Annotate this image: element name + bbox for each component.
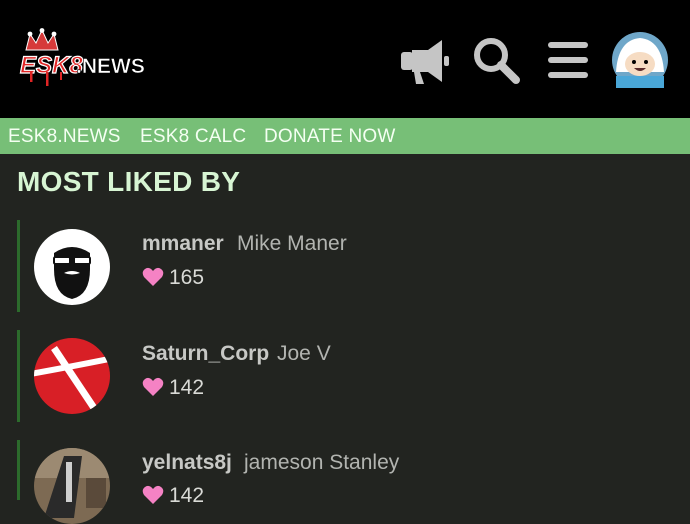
username[interactable]: Saturn_Corp bbox=[142, 342, 269, 366]
row-accent-bar bbox=[17, 220, 20, 312]
search-icon[interactable] bbox=[472, 36, 520, 84]
list-item: mmaner Mike Maner 165 bbox=[17, 220, 690, 312]
list-item: yelnats8j jameson Stanley 142 bbox=[17, 440, 690, 524]
heart-icon bbox=[142, 267, 164, 286]
like-count: 165 bbox=[169, 266, 205, 289]
page-title: MOST LIKED BY bbox=[17, 166, 241, 197]
full-name: jameson Stanley bbox=[244, 451, 400, 474]
site-logo[interactable]: ESK8 .NEWS bbox=[16, 28, 150, 90]
svg-text:.NEWS: .NEWS bbox=[76, 55, 145, 78]
svg-text:ESK8: ESK8 bbox=[20, 52, 83, 79]
site-header: ESK8 .NEWS bbox=[0, 0, 690, 118]
full-name: Mike Maner bbox=[237, 232, 347, 255]
username[interactable]: mmaner bbox=[142, 232, 224, 256]
avatar[interactable] bbox=[34, 229, 110, 305]
megaphone-icon[interactable] bbox=[398, 38, 450, 84]
full-name: Joe V bbox=[277, 342, 331, 365]
username[interactable]: yelnats8j bbox=[142, 451, 232, 475]
heart-icon bbox=[142, 377, 164, 396]
list-item: Saturn_Corp Joe V 142 bbox=[17, 330, 690, 422]
like-count: 142 bbox=[169, 484, 205, 507]
row-accent-bar bbox=[17, 330, 20, 422]
hamburger-menu-icon[interactable] bbox=[546, 40, 590, 80]
avatar[interactable] bbox=[34, 448, 110, 524]
nav-link-esk8-news[interactable]: ESK8.NEWS bbox=[8, 126, 121, 148]
nav-link-esk8-calc[interactable]: ESK8 CALC bbox=[140, 126, 246, 148]
row-accent-bar bbox=[17, 440, 20, 500]
user-avatar[interactable] bbox=[612, 32, 668, 88]
like-count: 142 bbox=[169, 376, 205, 399]
nav-link-donate-now[interactable]: DONATE NOW bbox=[264, 126, 395, 148]
heart-icon bbox=[142, 485, 164, 504]
avatar[interactable] bbox=[34, 338, 110, 414]
top-nav: ESK8.NEWS ESK8 CALC DONATE NOW bbox=[0, 118, 690, 154]
